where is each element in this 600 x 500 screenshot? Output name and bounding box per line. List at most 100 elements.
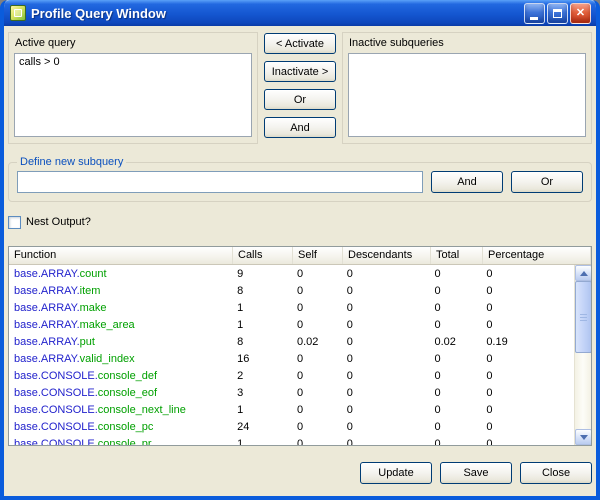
query-panels-row: Active query calls > 0 < Activate Inacti… xyxy=(8,32,592,144)
value-cell: 0 xyxy=(292,268,342,280)
client-area: Active query calls > 0 < Activate Inacti… xyxy=(4,26,596,496)
table-row[interactable]: base.CONSOLE.console_def20000 xyxy=(9,367,574,384)
value-cell: 1 xyxy=(232,438,292,446)
scrollbar-down-button[interactable] xyxy=(575,429,592,445)
window-controls: ✕ xyxy=(524,3,591,24)
value-cell: 0 xyxy=(342,268,430,280)
value-cell: 0 xyxy=(292,370,342,382)
value-cell: 0 xyxy=(429,353,481,365)
column-header-self[interactable]: Self xyxy=(293,247,343,264)
function-cell: base.CONSOLE.console_pr xyxy=(9,438,232,446)
minimize-icon xyxy=(530,17,538,20)
table-row[interactable]: base.ARRAY.put80.0200.020.19 xyxy=(9,333,574,350)
value-cell: 0 xyxy=(481,387,574,399)
update-button[interactable]: Update xyxy=(360,462,432,484)
scroll-down-icon xyxy=(580,435,588,440)
table-row[interactable]: base.CONSOLE.console_next_line10000 xyxy=(9,401,574,418)
scroll-up-icon xyxy=(580,271,588,276)
value-cell: 0 xyxy=(429,404,481,416)
table-row[interactable]: base.ARRAY.item80000 xyxy=(9,282,574,299)
maximize-icon xyxy=(553,9,562,18)
value-cell: 0 xyxy=(342,421,430,433)
value-cell: 0 xyxy=(292,421,342,433)
value-cell: 0.02 xyxy=(292,336,342,348)
subquery-or-button[interactable]: Or xyxy=(511,171,583,193)
transfer-buttons: < Activate Inactivate > Or And xyxy=(264,32,336,144)
value-cell: 0 xyxy=(292,404,342,416)
table-row[interactable]: base.ARRAY.count90000 xyxy=(9,265,574,282)
inactive-subqueries-group: Inactive subqueries xyxy=(342,32,592,144)
nest-output-checkbox[interactable] xyxy=(8,216,21,229)
value-cell: 0.02 xyxy=(429,336,481,348)
define-subquery-group: Define new subquery And Or xyxy=(8,162,592,202)
value-cell: 0 xyxy=(292,319,342,331)
value-cell: 0 xyxy=(342,370,430,382)
value-cell: 0 xyxy=(481,319,574,331)
table-row[interactable]: base.ARRAY.valid_index160000 xyxy=(9,350,574,367)
function-cell: base.ARRAY.make_area xyxy=(9,319,232,331)
active-query-list[interactable]: calls > 0 xyxy=(14,53,252,137)
title-bar[interactable]: Profile Query Window ✕ xyxy=(4,0,596,26)
value-cell: 0 xyxy=(429,370,481,382)
column-header-percentage[interactable]: Percentage xyxy=(483,247,591,264)
minimize-button[interactable] xyxy=(524,3,545,24)
function-cell: base.ARRAY.item xyxy=(9,285,232,297)
table-row[interactable]: base.ARRAY.make10000 xyxy=(9,299,574,316)
table-row[interactable]: base.ARRAY.make_area10000 xyxy=(9,316,574,333)
value-cell: 0 xyxy=(429,285,481,297)
close-dialog-button[interactable]: Close xyxy=(520,462,592,484)
function-cell: base.ARRAY.put xyxy=(9,336,232,348)
function-cell: base.CONSOLE.console_next_line xyxy=(9,404,232,416)
column-header-function[interactable]: Function xyxy=(9,247,233,264)
activate-button[interactable]: < Activate xyxy=(264,33,336,54)
scrollbar-up-button[interactable] xyxy=(575,265,592,281)
save-button[interactable]: Save xyxy=(440,462,512,484)
value-cell: 16 xyxy=(232,353,292,365)
value-cell: 0 xyxy=(342,387,430,399)
value-cell: 24 xyxy=(232,421,292,433)
value-cell: 0 xyxy=(342,353,430,365)
vertical-scrollbar[interactable] xyxy=(574,265,591,445)
value-cell: 1 xyxy=(232,302,292,314)
column-header-calls[interactable]: Calls xyxy=(233,247,293,264)
value-cell: 0 xyxy=(481,370,574,382)
or-button[interactable]: Or xyxy=(264,89,336,110)
value-cell: 2 xyxy=(232,370,292,382)
function-cell: base.CONSOLE.console_def xyxy=(9,370,232,382)
value-cell: 0 xyxy=(292,438,342,446)
value-cell: 0 xyxy=(342,319,430,331)
function-cell: base.ARRAY.make xyxy=(9,302,232,314)
function-cell: base.ARRAY.count xyxy=(9,268,232,280)
scrollbar-thumb[interactable] xyxy=(575,281,592,353)
results-table: FunctionCallsSelfDescendantsTotalPercent… xyxy=(8,246,592,446)
value-cell: 1 xyxy=(232,404,292,416)
inactive-subqueries-label: Inactive subqueries xyxy=(349,37,585,49)
profile-query-window: Profile Query Window ✕ Active query call… xyxy=(0,0,600,500)
value-cell: 0 xyxy=(292,302,342,314)
subquery-and-button[interactable]: And xyxy=(431,171,503,193)
inactivate-button[interactable]: Inactivate > xyxy=(264,61,336,82)
value-cell: 0 xyxy=(481,268,574,280)
value-cell: 0 xyxy=(481,353,574,365)
value-cell: 0 xyxy=(342,438,430,446)
subquery-input[interactable] xyxy=(17,171,423,193)
footer-buttons: Update Save Close xyxy=(8,462,592,484)
table-row[interactable]: base.CONSOLE.console_pr10000 xyxy=(9,435,574,445)
maximize-button[interactable] xyxy=(547,3,568,24)
table-row[interactable]: base.CONSOLE.console_pc240000 xyxy=(9,418,574,435)
column-header-total[interactable]: Total xyxy=(431,247,483,264)
close-button[interactable]: ✕ xyxy=(570,3,591,24)
value-cell: 0 xyxy=(481,421,574,433)
table-row[interactable]: base.CONSOLE.console_eof30000 xyxy=(9,384,574,401)
define-subquery-caption: Define new subquery xyxy=(17,156,126,168)
value-cell: 1 xyxy=(232,319,292,331)
and-button[interactable]: And xyxy=(264,117,336,138)
value-cell: 0 xyxy=(342,285,430,297)
value-cell: 0 xyxy=(429,387,481,399)
active-query-item[interactable]: calls > 0 xyxy=(15,54,251,70)
nest-output-label: Nest Output? xyxy=(26,216,91,228)
inactive-subqueries-list[interactable] xyxy=(348,53,586,137)
value-cell: 8 xyxy=(232,336,292,348)
column-header-descendants[interactable]: Descendants xyxy=(343,247,431,264)
value-cell: 0 xyxy=(292,387,342,399)
